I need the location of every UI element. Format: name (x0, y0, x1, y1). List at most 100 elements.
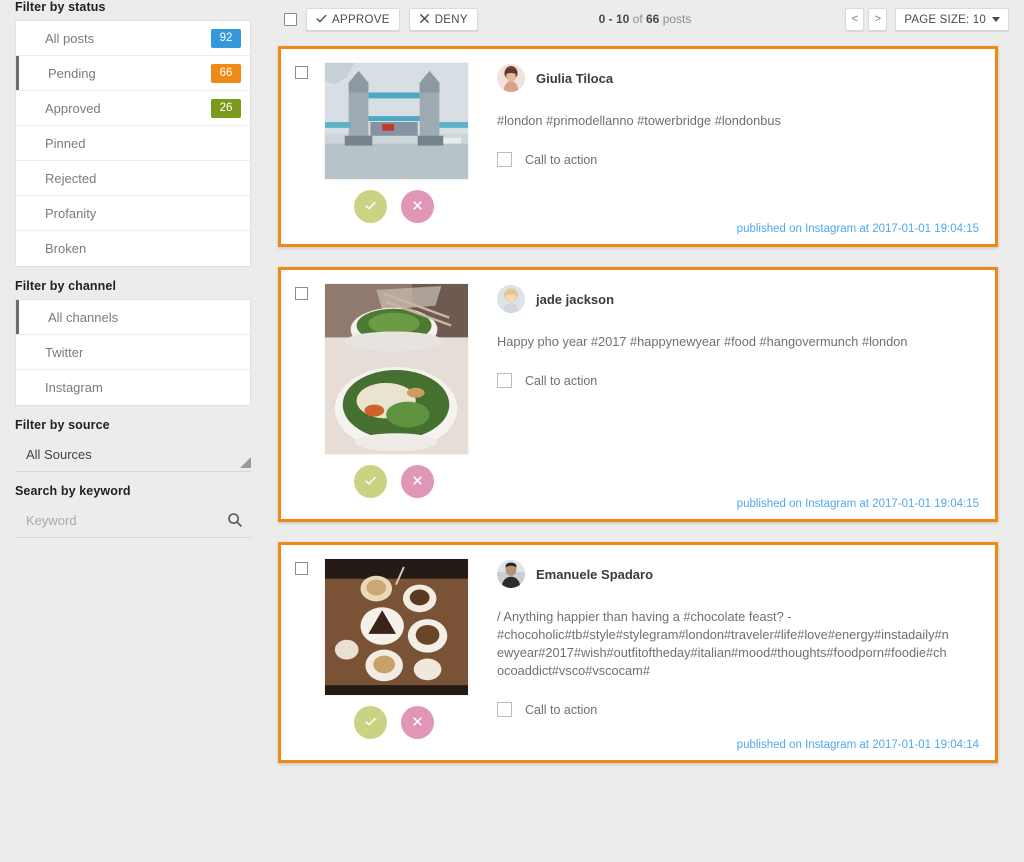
post-card-body: Emanuele Spadaro / Anything happier than… (281, 545, 995, 739)
post-published-link[interactable]: published on Instagram at 2017-01-01 19:… (737, 739, 979, 751)
status-filter-list: All posts 92 Pending 66 Approved 26 Pinn… (15, 20, 251, 267)
post-text: / Anything happier than having a #chocol… (497, 609, 949, 678)
post-media-column (324, 62, 469, 223)
post-published-link[interactable]: published on Instagram at 2017-01-01 19:… (737, 223, 979, 235)
check-icon (364, 715, 377, 731)
avatar-image (497, 560, 525, 588)
post-card[interactable]: jade jackson Happy pho year #2017 #happy… (278, 267, 998, 522)
filter-by-status-block: Filter by status All posts 92 Pending 66… (15, 0, 251, 267)
sidebar-item-label: Profanity (45, 206, 97, 221)
post-image-pho-bowls[interactable] (324, 283, 469, 455)
pagination-controls: < > PAGE SIZE: 10 (845, 8, 1009, 31)
call-to-action-checkbox[interactable] (497, 373, 512, 388)
post-content-column: Emanuele Spadaro / Anything happier than… (497, 558, 981, 739)
sidebar-item-label: Approved (45, 101, 101, 116)
post-media-column (324, 283, 469, 498)
post-select-checkbox[interactable] (295, 562, 308, 575)
cross-icon (411, 715, 424, 731)
post-deny-button[interactable] (401, 465, 434, 498)
posts-toolbar: APPROVE DENY 0 - 10 of 66 posts < > PAGE… (266, 0, 1024, 42)
post-media-column (324, 558, 469, 739)
post-action-buttons (324, 706, 469, 739)
post-deny-button[interactable] (401, 190, 434, 223)
sidebar-item-approved[interactable]: Approved 26 (16, 91, 250, 126)
sidebar-item-all-channels[interactable]: All channels (16, 300, 250, 335)
source-select-value: All Sources (26, 447, 92, 462)
post-card-body: jade jackson Happy pho year #2017 #happy… (281, 270, 995, 498)
post-select-checkbox[interactable] (295, 66, 308, 79)
sidebar-item-pending[interactable]: Pending 66 (16, 56, 250, 91)
resize-handle-icon[interactable] (240, 457, 251, 468)
sidebar-item-label: All channels (48, 310, 119, 325)
post-author-row: Giulia Tiloca (497, 64, 981, 92)
keyword-search-wrap (15, 504, 251, 538)
prev-page-button[interactable]: < (845, 8, 865, 31)
post-footer: published on Instagram at 2017-01-01 19:… (281, 739, 995, 760)
call-to-action-checkbox[interactable] (497, 152, 512, 167)
sidebar-item-label: Broken (45, 241, 87, 256)
sidebar-item-twitter[interactable]: Twitter (16, 335, 250, 370)
post-moderation-app: Filter by status All posts 92 Pending 66… (0, 0, 1024, 862)
call-to-action-label: Call to action (525, 373, 598, 388)
post-author-name: jade jackson (536, 291, 615, 307)
avatar[interactable] (497, 64, 525, 92)
post-approve-button[interactable] (354, 465, 387, 498)
sidebar-item-label: Rejected (45, 171, 97, 186)
post-image-tower-bridge[interactable] (324, 62, 469, 180)
sidebar-item-instagram[interactable]: Instagram (16, 370, 250, 405)
check-icon (364, 474, 377, 490)
post-image-chocolate-feast[interactable] (324, 558, 469, 696)
post-count-of: of (632, 12, 643, 26)
filter-by-channel-heading: Filter by channel (15, 279, 117, 293)
post-deny-button[interactable] (401, 706, 434, 739)
search-input[interactable] (15, 504, 251, 537)
chevron-down-icon (992, 17, 1000, 22)
sidebar-item-label: Pending (48, 66, 96, 81)
cross-icon (411, 199, 424, 215)
status-badge-approved: 26 (211, 99, 241, 118)
post-select-checkbox[interactable] (295, 287, 308, 300)
status-badge-pending: 66 (211, 64, 241, 83)
avatar[interactable] (497, 560, 525, 588)
page-size-select[interactable]: PAGE SIZE: 10 (895, 8, 1009, 31)
call-to-action-row: Call to action (497, 152, 981, 167)
post-approve-button[interactable] (354, 190, 387, 223)
filter-by-status-heading: Filter by status (15, 0, 106, 14)
call-to-action-checkbox[interactable] (497, 702, 512, 717)
post-count-unit: posts (662, 12, 692, 26)
avatar-image (497, 285, 525, 313)
post-content-column: jade jackson Happy pho year #2017 #happy… (497, 283, 981, 498)
posts-list: Giulia Tiloca #london #primodellanno #to… (266, 42, 1024, 763)
post-author-row: Emanuele Spadaro (497, 560, 981, 588)
post-content-column: Giulia Tiloca #london #primodellanno #to… (497, 62, 981, 223)
avatar-image (497, 64, 525, 92)
filters-sidebar: Filter by status All posts 92 Pending 66… (0, 0, 266, 862)
post-card[interactable]: Giulia Tiloca #london #primodellanno #to… (278, 46, 998, 247)
post-card[interactable]: Emanuele Spadaro / Anything happier than… (278, 542, 998, 763)
post-count-total: 66 (646, 12, 660, 26)
sidebar-item-all-posts[interactable]: All posts 92 (16, 21, 250, 56)
sidebar-item-label: Pinned (45, 136, 86, 151)
next-page-button[interactable]: > (868, 8, 888, 31)
sidebar-item-pinned[interactable]: Pinned (16, 126, 250, 161)
post-card-body: Giulia Tiloca #london #primodellanno #to… (281, 49, 995, 223)
search-by-keyword-block: Search by keyword (15, 484, 251, 538)
post-text: #london #primodellanno #towerbridge #lon… (497, 113, 781, 128)
post-action-buttons (324, 465, 469, 498)
search-icon[interactable] (227, 512, 243, 528)
sidebar-item-rejected[interactable]: Rejected (16, 161, 250, 196)
source-select[interactable]: All Sources (15, 438, 251, 472)
post-text: Happy pho year #2017 #happynewyear #food… (497, 334, 908, 349)
sidebar-item-profanity[interactable]: Profanity (16, 196, 250, 231)
cross-icon (411, 474, 424, 490)
post-approve-button[interactable] (354, 706, 387, 739)
status-badge-all-posts: 92 (211, 29, 241, 48)
avatar[interactable] (497, 285, 525, 313)
sidebar-item-broken[interactable]: Broken (16, 231, 250, 266)
post-published-link[interactable]: published on Instagram at 2017-01-01 19:… (737, 498, 979, 510)
check-icon (364, 199, 377, 215)
sidebar-item-label: Instagram (45, 380, 103, 395)
search-by-keyword-heading: Search by keyword (15, 484, 131, 498)
call-to-action-label: Call to action (525, 702, 598, 717)
sidebar-item-label: Twitter (45, 345, 84, 360)
